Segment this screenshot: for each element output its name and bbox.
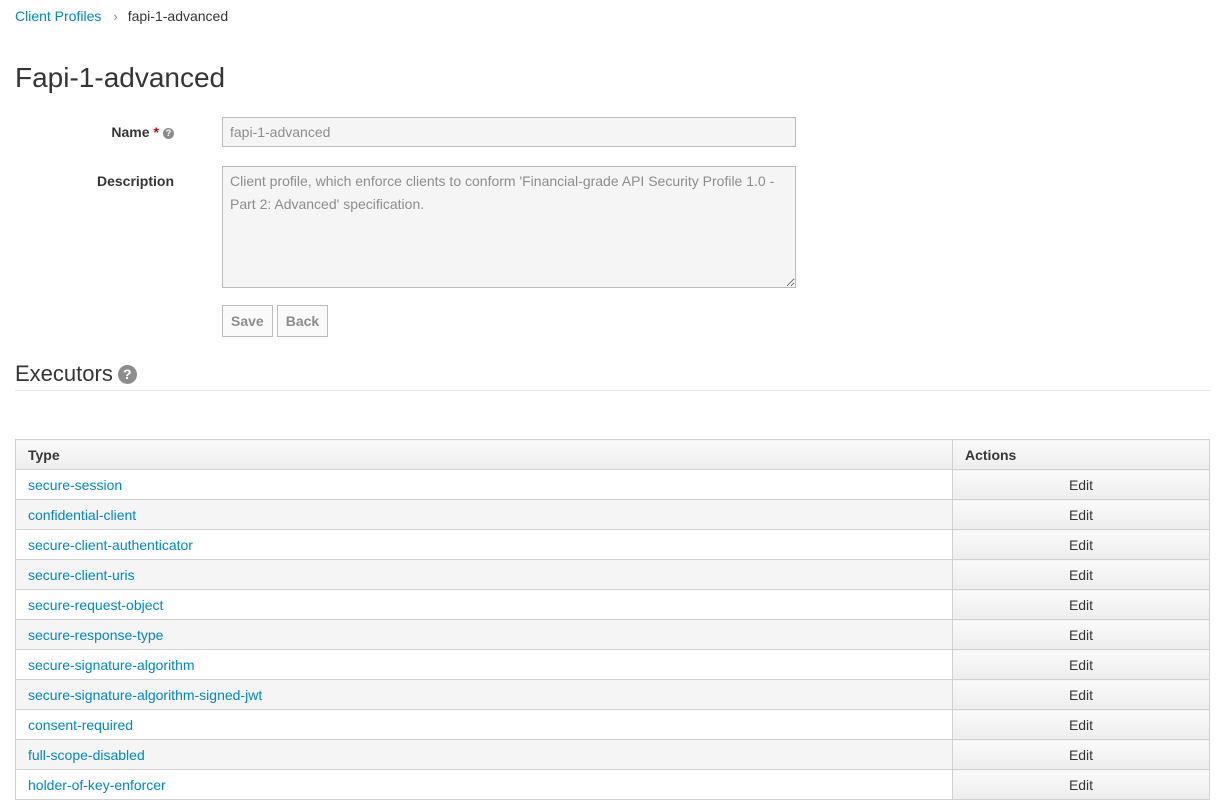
table-row: consent-required Edit: [15, 709, 1210, 740]
page-title: Fapi-1-advanced: [15, 62, 226, 93]
page: Client Profiles › fapi-1-advanced Fapi-1…: [0, 0, 1221, 807]
executors-table: Type Actions secure-session Edit confide…: [15, 439, 1210, 800]
required-star: *: [153, 124, 159, 140]
executor-link[interactable]: secure-client-uris: [28, 567, 135, 583]
table-row: confidential-client Edit: [15, 499, 1210, 530]
table-row: secure-request-object Edit: [15, 589, 1210, 620]
help-icon[interactable]: ?: [163, 128, 174, 139]
form-buttons: Save Back: [222, 305, 329, 337]
edit-button[interactable]: Edit: [952, 649, 1210, 680]
help-icon[interactable]: ?: [117, 364, 137, 384]
name-row: Name *?: [0, 117, 800, 147]
edit-button[interactable]: Edit: [952, 709, 1210, 740]
edit-button[interactable]: Edit: [952, 589, 1210, 620]
type-cell: full-scope-disabled: [15, 739, 953, 770]
executor-link[interactable]: secure-client-authenticator: [28, 537, 193, 553]
type-cell: secure-client-authenticator: [15, 529, 953, 560]
name-label: Name: [111, 124, 150, 140]
breadcrumb-client-profiles-link[interactable]: Client Profiles: [15, 8, 101, 24]
executor-link[interactable]: secure-signature-algorithm: [28, 657, 195, 673]
type-cell: holder-of-key-enforcer: [15, 769, 953, 800]
edit-button[interactable]: Edit: [952, 499, 1210, 530]
chevron-right-icon: ›: [113, 8, 118, 24]
column-header-actions: Actions: [952, 439, 1210, 470]
back-button[interactable]: Back: [276, 305, 329, 337]
edit-button[interactable]: Edit: [952, 679, 1210, 710]
table-row: secure-session Edit: [15, 469, 1210, 500]
executor-link[interactable]: secure-session: [28, 477, 122, 493]
executor-link[interactable]: secure-request-object: [28, 597, 163, 613]
executor-link[interactable]: secure-response-type: [28, 627, 163, 643]
type-cell: secure-signature-algorithm-signed-jwt: [15, 679, 953, 710]
type-cell: secure-client-uris: [15, 559, 953, 590]
executors-table-body: secure-session Edit confidential-client …: [15, 469, 1210, 800]
executor-link[interactable]: holder-of-key-enforcer: [28, 777, 166, 793]
executors-header: Executors ?: [15, 358, 1210, 391]
type-cell: confidential-client: [15, 499, 953, 530]
edit-button[interactable]: Edit: [952, 529, 1210, 560]
executor-link[interactable]: secure-signature-algorithm-signed-jwt: [28, 687, 262, 703]
description-row: Description Client profile, which enforc…: [0, 166, 800, 288]
edit-button[interactable]: Edit: [952, 469, 1210, 500]
table-row: secure-client-uris Edit: [15, 559, 1210, 590]
save-button[interactable]: Save: [222, 305, 273, 337]
type-cell: secure-signature-algorithm: [15, 649, 953, 680]
breadcrumb: Client Profiles › fapi-1-advanced: [15, 7, 228, 25]
executor-link[interactable]: confidential-client: [28, 507, 136, 523]
type-cell: secure-session: [15, 469, 953, 500]
column-header-type: Type: [15, 439, 953, 470]
executor-link[interactable]: consent-required: [28, 717, 133, 733]
table-row: secure-client-authenticator Edit: [15, 529, 1210, 560]
table-row: secure-signature-algorithm-signed-jwt Ed…: [15, 679, 1210, 710]
table-row: full-scope-disabled Edit: [15, 739, 1210, 770]
edit-button[interactable]: Edit: [952, 619, 1210, 650]
table-row: secure-response-type Edit: [15, 619, 1210, 650]
name-input[interactable]: [222, 117, 796, 147]
table-row: holder-of-key-enforcer Edit: [15, 769, 1210, 800]
description-textarea[interactable]: Client profile, which enforce clients to…: [222, 166, 796, 288]
type-cell: secure-response-type: [15, 619, 953, 650]
description-label: Description: [96, 173, 174, 189]
type-cell: secure-request-object: [15, 589, 953, 620]
edit-button[interactable]: Edit: [952, 559, 1210, 590]
table-header-row: Type Actions: [15, 439, 1210, 470]
edit-button[interactable]: Edit: [952, 769, 1210, 800]
table-row: secure-signature-algorithm Edit: [15, 649, 1210, 680]
type-cell: consent-required: [15, 709, 953, 740]
executor-link[interactable]: full-scope-disabled: [28, 747, 145, 763]
executors-title: Executors: [15, 361, 113, 386]
name-label-group: Name *?: [0, 122, 174, 142]
breadcrumb-current: fapi-1-advanced: [127, 8, 229, 24]
edit-button[interactable]: Edit: [952, 739, 1210, 770]
